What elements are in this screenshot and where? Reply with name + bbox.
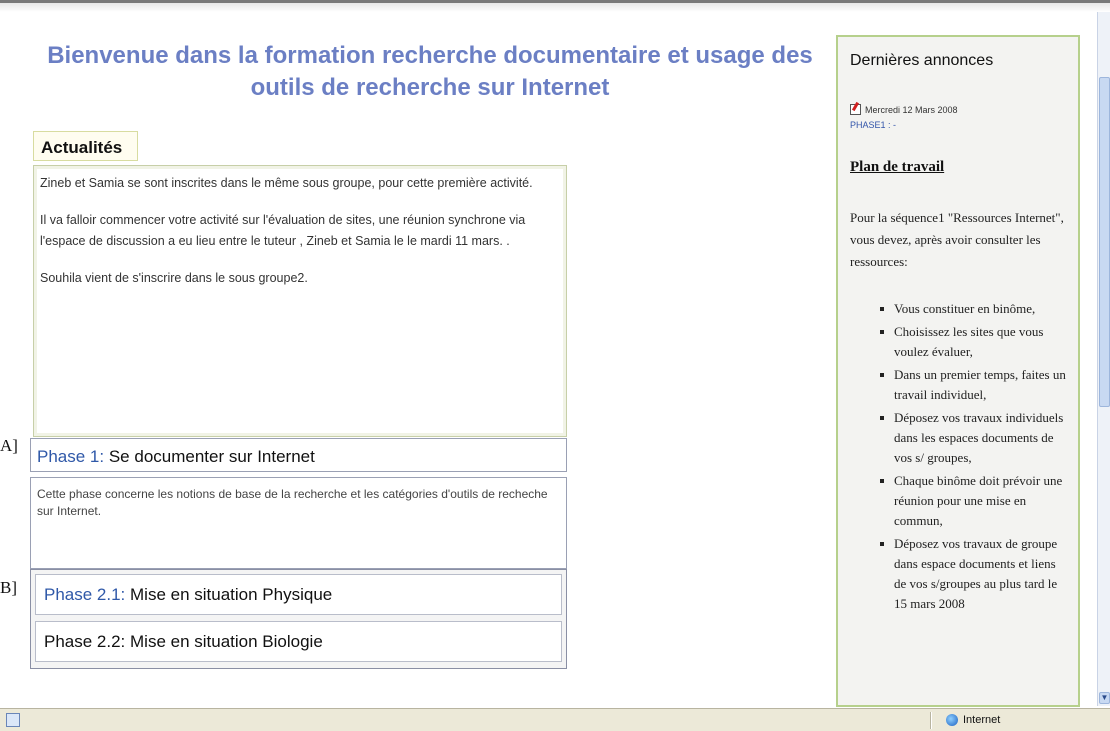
news-item: Souhila vient de s'inscrire dans le sous… [40,271,308,285]
status-divider [930,712,932,729]
status-bar: Internet [0,708,1110,731]
plan-item: Choisissez les sites que vous voulez éva… [878,322,1068,362]
scroll-down-icon[interactable]: ▼ [1099,692,1110,704]
globe-icon [946,714,958,726]
side-label-a: A] [0,436,18,455]
phase-1-header[interactable]: Phase 1: Se documenter sur Internet [30,438,567,472]
phase-2-group: Phase 2.1: Mise en situation Physique Ph… [30,569,567,669]
announcement-date: Mercredi 12 Mars 2008 [865,104,958,115]
security-zone-label: Internet [963,714,1001,726]
phase-2-2-header[interactable]: Phase 2.2: Mise en situation Biologie [35,621,562,662]
window-top-border [0,0,1110,12]
news-item: Il va falloir commencer votre activité s… [40,213,526,248]
plan-intro: Pour la séquence1 "Ressources Internet",… [850,210,1064,269]
phase-1-number: Phase 1: [37,447,105,466]
phase-2-1-number: Phase 2.1: [44,585,126,604]
plan-item: Dans un premier temps, faites un travail… [878,365,1068,405]
plan-list: Vous constituer en binôme, Choisissez le… [878,299,1068,617]
phase-2-2-title: Mise en situation Biologie [130,632,323,651]
page-title: Bienvenue dans la formation recherche do… [47,42,813,101]
sidebar-title: Dernières annonces [850,52,994,69]
vertical-scrollbar[interactable]: ▼ [1097,12,1110,706]
phase-1-description: Cette phase concerne les notions de base… [30,477,567,569]
announcement-link[interactable]: PHASE1 : - [850,120,896,130]
plan-item: Déposez vos travaux individuels dans les… [878,408,1068,468]
side-label-b: B] [0,578,17,597]
phase-2-1-title: Mise en situation Physique [130,585,333,604]
phase-2-1-header[interactable]: Phase 2.1: Mise en situation Physique [35,574,562,615]
phase-1-title: Se documenter sur Internet [108,447,315,466]
phase-2-2-number: Phase 2.2: [44,632,126,651]
announcement-icon [850,104,861,115]
news-tab[interactable]: Actualités [33,131,138,161]
plan-title: Plan de travail [850,159,945,175]
plan-item: Déposez vos travaux de groupe dans espac… [878,534,1068,614]
announcements-sidebar: Dernières annonces Mercredi 12 Mars 2008… [836,35,1080,707]
plan-item: Chaque binôme doit prévoir une réunion p… [878,471,1068,531]
announcement-meta: Mercredi 12 Mars 2008 [850,104,958,115]
news-panel: Zineb et Samia se sont inscrites dans le… [33,165,567,437]
plan-item: Vous constituer en binôme, [878,299,1068,319]
page-status-icon [6,713,20,727]
scrollbar-thumb[interactable] [1099,77,1110,407]
news-item: Zineb et Samia se sont inscrites dans le… [40,176,533,190]
